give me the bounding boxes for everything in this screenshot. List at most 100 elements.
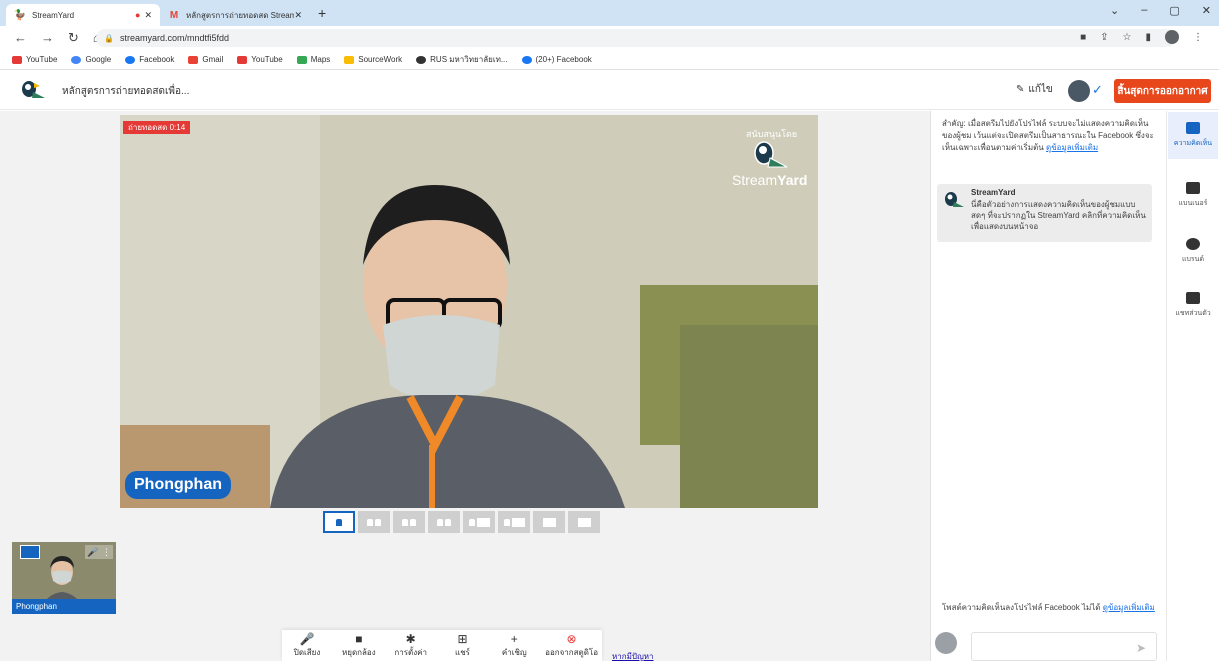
streamyard-avatar bbox=[945, 192, 964, 207]
site-icon bbox=[416, 55, 427, 64]
url-field[interactable]: 🔒 streamyard.com/mndtfi5fdd bbox=[96, 29, 1176, 47]
reload-icon[interactable]: ↻ bbox=[68, 30, 79, 46]
share-icon: ⊞ bbox=[457, 631, 468, 646]
camera-icon: ■ bbox=[355, 631, 363, 646]
youtube-icon bbox=[12, 55, 22, 64]
mute-button[interactable]: 🎤 ปิดเสียง bbox=[286, 630, 328, 661]
share-button[interactable]: ⊞ แชร์ bbox=[441, 630, 483, 661]
palette-icon bbox=[1186, 238, 1200, 250]
close-tab-icon[interactable]: ✕ bbox=[294, 10, 302, 21]
bookmark-facebook-2[interactable]: (20+) Facebook bbox=[521, 55, 592, 64]
thumbnail-controls[interactable]: 🎤 ⋮ bbox=[85, 545, 113, 559]
bookmark-gmail[interactable]: Gmail bbox=[188, 55, 223, 64]
rail-banners[interactable]: แบนเนอร์ bbox=[1168, 182, 1218, 209]
maximize-icon[interactable]: ▢ bbox=[1169, 4, 1179, 17]
comment-item[interactable]: StreamYard นี่คือตัวอย่างการแสดงความคิดเ… bbox=[937, 184, 1152, 242]
tab-gmail[interactable]: M หลักสูตรการถ่ายทอดสด StreamYard - prod… bbox=[160, 4, 310, 26]
bookmark-youtube[interactable]: YouTube bbox=[12, 55, 57, 64]
layout-pip[interactable] bbox=[498, 511, 530, 533]
rail-private-chat[interactable]: แชทส่วนตัว bbox=[1168, 292, 1218, 319]
lock-icon: 🔒 bbox=[104, 33, 114, 43]
forward-icon[interactable]: → bbox=[41, 30, 54, 46]
destination-avatar[interactable] bbox=[1068, 80, 1090, 102]
check-icon: ✓ bbox=[1092, 82, 1103, 97]
notice-more-link[interactable]: ดูข้อมูลเพิ่มเติม bbox=[1046, 143, 1098, 152]
menu-icon[interactable]: ⋮ bbox=[1193, 32, 1203, 43]
google-icon bbox=[71, 55, 82, 64]
share-page-icon[interactable]: ⇪ bbox=[1100, 32, 1108, 43]
facebook-icon bbox=[125, 55, 136, 64]
tab-streamyard[interactable]: 🦆 StreamYard ● ✕ bbox=[6, 4, 160, 26]
close-tab-icon[interactable]: ✕ bbox=[144, 10, 152, 21]
on-stage-icon[interactable] bbox=[20, 545, 40, 559]
comment-input[interactable] bbox=[971, 632, 1157, 661]
send-icon[interactable]: ➤ bbox=[1136, 641, 1146, 655]
comments-scrollbar[interactable] bbox=[1154, 180, 1160, 600]
new-tab-button[interactable]: + bbox=[318, 5, 326, 21]
browser-tab-bar: 🦆 StreamYard ● ✕ M หลักสูตรการถ่ายทอดสด … bbox=[0, 0, 1219, 26]
url-text: streamyard.com/mndtfi5fdd bbox=[119, 33, 230, 43]
comment-icon bbox=[1186, 122, 1200, 134]
gmail-icon bbox=[188, 55, 199, 64]
tab-search-icon[interactable]: ⌄ bbox=[1110, 4, 1119, 17]
bookmark-facebook[interactable]: Facebook bbox=[125, 55, 174, 64]
comments-footer-note: โพสต์ความคิดเห็นลงโปรไฟล์ Facebook ไม่ได… bbox=[942, 603, 1155, 612]
minimize-icon[interactable]: – bbox=[1141, 4, 1147, 17]
youtube-icon bbox=[237, 55, 248, 64]
bookmark-maps[interactable]: Maps bbox=[296, 55, 330, 64]
settings-button[interactable]: ✱ การตั้งค่า bbox=[390, 630, 432, 661]
invite-icon: + bbox=[510, 631, 518, 646]
tab-title: StreamYard bbox=[32, 10, 75, 20]
footer-more-link[interactable]: ดูข้อมูลเพิ่มเติม bbox=[1103, 603, 1155, 612]
invite-button[interactable]: + คำเชิญ bbox=[493, 630, 535, 661]
thumbnail-name: Phongphan bbox=[12, 599, 116, 614]
layout-screen[interactable] bbox=[568, 511, 600, 533]
live-timer-badge: ถ่ายทอดสด 0:14 bbox=[123, 121, 191, 134]
bookmark-youtube-2[interactable]: YouTube bbox=[237, 55, 283, 64]
bookmarks-bar: YouTube Google Facebook Gmail YouTube Ma… bbox=[0, 50, 1219, 70]
pencil-icon: ✎ bbox=[1016, 84, 1025, 95]
profile-avatar[interactable] bbox=[1165, 30, 1179, 44]
bookmark-sourcework[interactable]: SourceWork bbox=[344, 55, 402, 64]
bookmark-google[interactable]: Google bbox=[71, 55, 111, 64]
participant-name-tag: Phongphan bbox=[125, 471, 231, 499]
layout-selector bbox=[323, 511, 600, 533]
comment-input-row bbox=[935, 632, 1160, 661]
comment-author: StreamYard bbox=[971, 188, 1016, 197]
user-avatar bbox=[935, 632, 957, 654]
layout-leader[interactable] bbox=[428, 511, 460, 533]
edit-button[interactable]: ✎ แก้ไข bbox=[1016, 82, 1053, 97]
app-header: หลักสูตรการถ่ายทอดสดเพื่อ... ✎ แก้ไข ✓ ส… bbox=[0, 70, 1219, 110]
facebook-icon bbox=[521, 55, 532, 64]
help-link[interactable]: หากมีปัญหา bbox=[612, 650, 654, 661]
stop-camera-button[interactable]: ■ หยุดกล้อง bbox=[338, 630, 380, 661]
leave-studio-button[interactable]: ⊗ ออกจากสตูดิโอ bbox=[545, 630, 598, 661]
more-icon: ⋮ bbox=[102, 546, 112, 557]
back-icon[interactable]: ← bbox=[14, 30, 27, 46]
end-broadcast-button[interactable]: สิ้นสุดการออกอากาศ bbox=[1114, 79, 1211, 103]
gear-icon: ✱ bbox=[405, 631, 416, 646]
layout-thin[interactable] bbox=[358, 511, 390, 533]
main-video-feed[interactable] bbox=[120, 115, 818, 508]
leave-icon: ⊗ bbox=[566, 631, 577, 646]
streamyard-watermark-logo bbox=[754, 141, 788, 168]
rail-comments[interactable]: ความคิดเห็น bbox=[1168, 112, 1218, 159]
bookmark-star-icon[interactable]: ☆ bbox=[1123, 32, 1132, 43]
bookmark-rus[interactable]: RUS มหาวิทยาลัยเท... bbox=[416, 53, 508, 66]
layout-side-by-side[interactable] bbox=[463, 511, 495, 533]
layout-solo[interactable] bbox=[323, 511, 355, 533]
close-window-icon[interactable]: ✕ bbox=[1202, 4, 1211, 17]
mic-icon: 🎤 bbox=[86, 546, 99, 557]
comments-notice: สำคัญ: เมื่อสตรีมไปยังโปรไฟล์ ระบบจะไม่แ… bbox=[942, 119, 1154, 152]
window-controls: ⌄ – ▢ ✕ bbox=[1110, 4, 1211, 17]
folder-icon bbox=[344, 55, 355, 64]
camera-scene bbox=[120, 115, 818, 508]
maps-icon bbox=[296, 55, 307, 64]
broadcast-title[interactable]: หลักสูตรการถ่ายทอดสดเพื่อ... bbox=[62, 84, 189, 99]
rail-brand[interactable]: แบรนด์ bbox=[1168, 238, 1218, 265]
layout-group[interactable] bbox=[393, 511, 425, 533]
layout-cinema[interactable] bbox=[533, 511, 565, 533]
side-panel-icon[interactable]: ▮ bbox=[1145, 32, 1151, 43]
streamyard-logo bbox=[22, 81, 45, 98]
camera-indicator-icon[interactable]: ■ bbox=[1080, 32, 1086, 43]
